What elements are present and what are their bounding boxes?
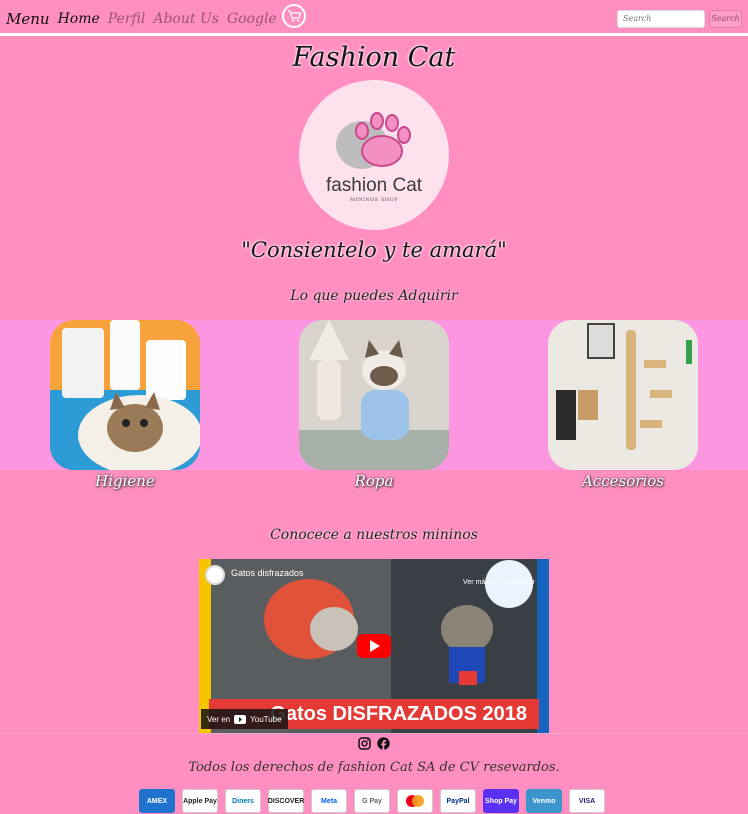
footer: Todos los derechos de fashion Cat SA de … — [0, 733, 748, 814]
nav-link-google[interactable]: Google — [227, 11, 277, 27]
amex-icon: AMEX — [139, 789, 175, 813]
video-heading: Conocece a nuestros mininos — [270, 527, 478, 543]
shopping-cart-icon[interactable] — [281, 3, 306, 28]
product-image-higiene[interactable] — [50, 320, 200, 470]
search-button[interactable]: Search — [709, 9, 742, 28]
watch-on-youtube-link[interactable]: Ver en YouTube — [201, 709, 288, 729]
product-label-higiene[interactable]: Higiene — [50, 472, 200, 490]
page-title: Fashion Cat — [292, 42, 456, 73]
mastercard-icon — [397, 789, 433, 813]
products-heading: Lo que puedes Adquirir — [290, 288, 458, 304]
google-pay-icon: G Pay — [354, 789, 390, 813]
venmo-icon: Venmo — [526, 789, 562, 813]
product-image-accesorios[interactable] — [548, 320, 698, 470]
paypal-icon: PayPal — [440, 789, 476, 813]
video-share[interactable]: Ver más ta... Compartir — [463, 579, 535, 586]
social-links — [0, 737, 748, 750]
logo-text: fashion Cat — [325, 175, 423, 196]
product-image-ropa[interactable] — [299, 320, 449, 470]
paw-icon — [336, 112, 411, 169]
facebook-icon[interactable] — [377, 737, 390, 750]
search-form: Search — [617, 9, 742, 28]
youtube-label: YouTube — [250, 714, 282, 724]
tagline: "Consientelo y te amará" — [241, 238, 507, 262]
video-title[interactable]: Gatos disfrazados — [231, 568, 304, 578]
copyright-text: Todos los derechos de fashion Cat SA de … — [188, 760, 560, 775]
watch-on-label: Ver en — [207, 714, 231, 724]
diners-icon: Diners — [225, 789, 261, 813]
logo-subtitle: MININOS SHOP — [349, 197, 399, 203]
nav-link-perfil[interactable]: Perfil — [108, 11, 146, 27]
product-label-ropa[interactable]: Ropa — [299, 472, 449, 490]
channel-avatar[interactable] — [205, 565, 225, 585]
youtube-icon — [234, 714, 247, 724]
nav-link-home[interactable]: Home — [58, 11, 100, 27]
visa-icon: VISA — [569, 789, 605, 813]
product-label-accesorios[interactable]: Accesorios — [548, 472, 698, 490]
discover-icon: DISCOVER — [268, 789, 304, 813]
apple-pay-icon: Apple Pay — [182, 789, 218, 813]
shop-pay-icon: Shop Pay — [483, 789, 519, 813]
meta-pay-icon: Meta — [311, 789, 347, 813]
navbar: Menu Home Perfil About Us Google Search — [0, 3, 748, 36]
search-input[interactable] — [617, 9, 705, 28]
youtube-video[interactable]: Gatos disfrazados Ver más ta... Comparti… — [199, 559, 549, 733]
brand-logo: fashion Cat MININOS SHOP — [299, 80, 449, 230]
play-icon[interactable] — [357, 634, 391, 658]
nav-link-about-us[interactable]: About Us — [153, 11, 219, 27]
instagram-icon[interactable] — [358, 737, 371, 750]
payment-methods: AMEX Apple Pay Diners DISCOVER Meta G Pa… — [139, 789, 605, 813]
nav-brand-menu[interactable]: Menu — [6, 10, 50, 28]
